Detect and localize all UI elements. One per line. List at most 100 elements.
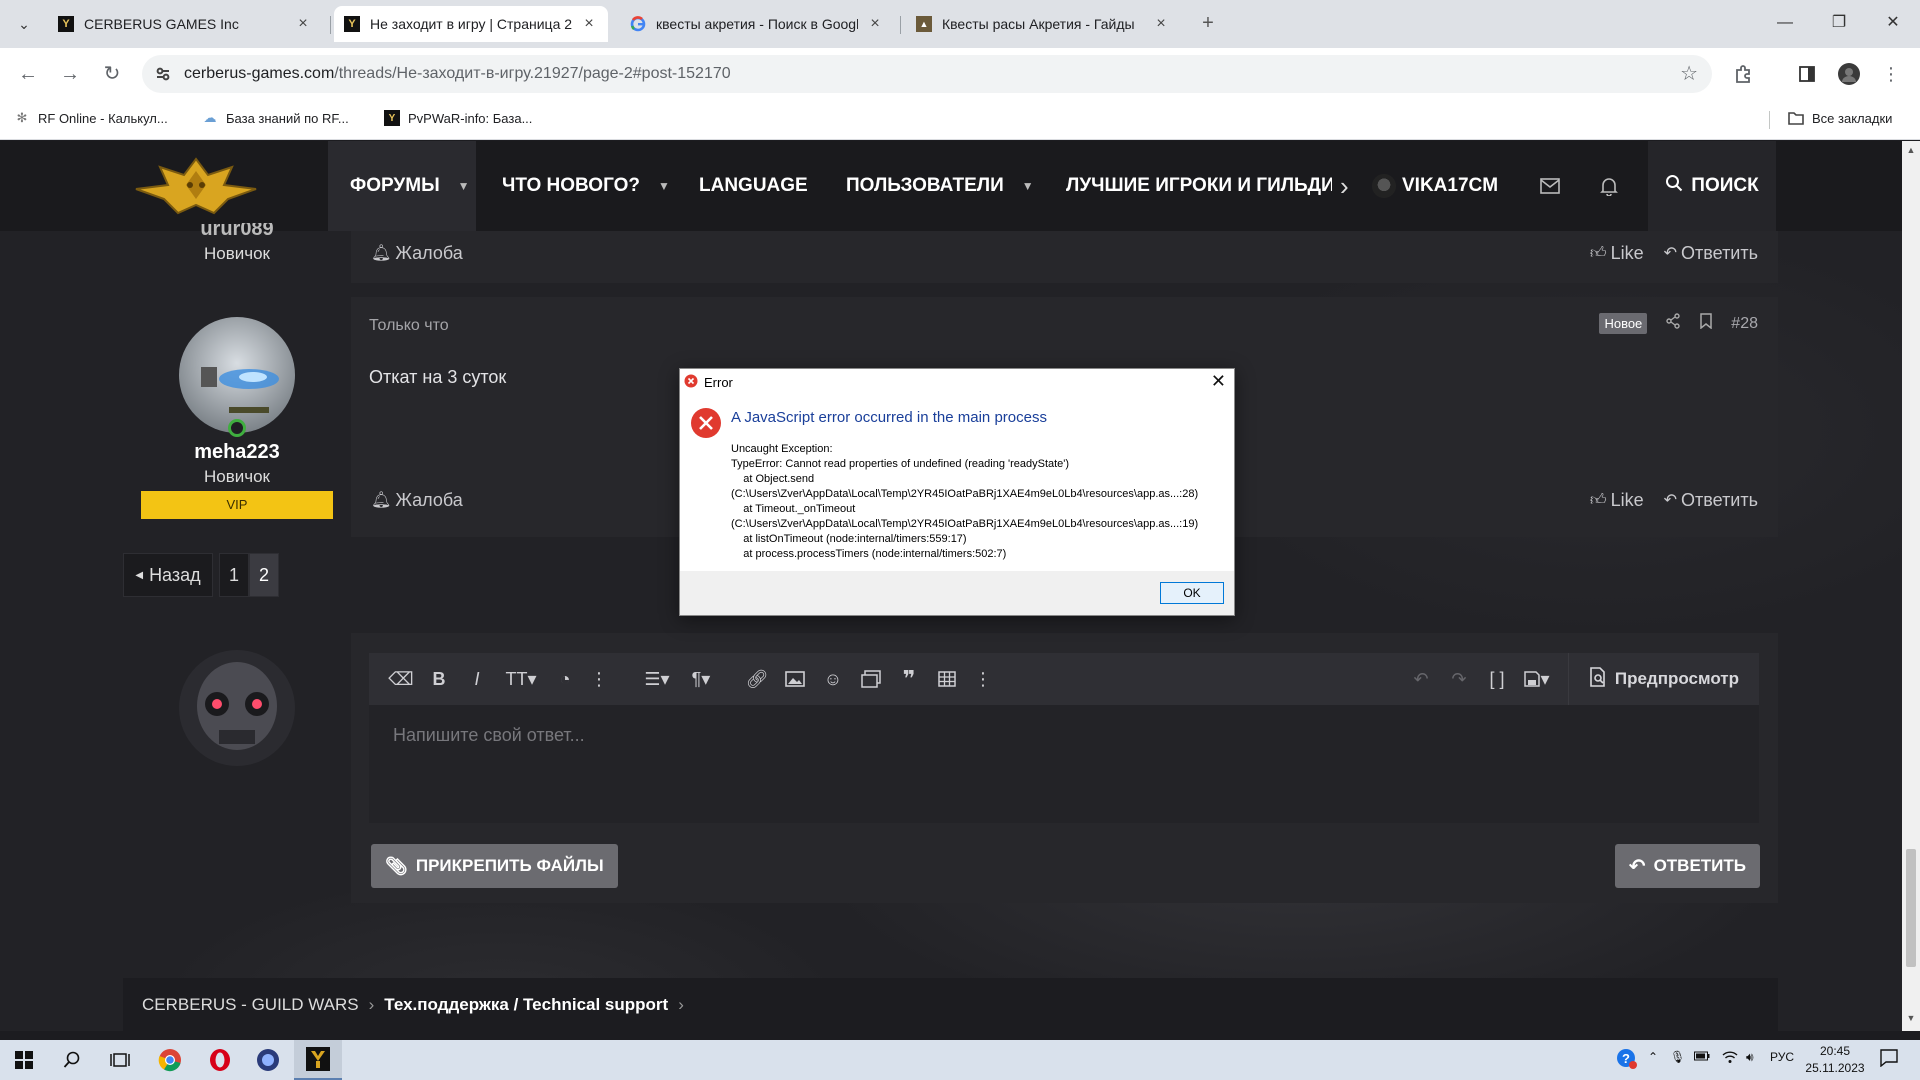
breadcrumb-section-link[interactable]: Тех.поддержка / Technical support — [384, 995, 668, 1015]
tab-thread-page[interactable]: Y Не заходит в игру | Страница 2 × — [334, 6, 608, 42]
reload-icon[interactable]: ↻ — [98, 60, 126, 88]
nav-top-players[interactable]: ЛУЧШИЕ ИГРОКИ И ГИЛЬДИ — [1066, 141, 1332, 231]
like-button[interactable]: 👍︎ Like — [1590, 490, 1644, 511]
game-launcher-icon[interactable] — [294, 1040, 342, 1080]
italic-icon[interactable]: I — [463, 665, 491, 693]
bookmark-icon[interactable] — [1699, 313, 1713, 334]
post-number-link[interactable]: #28 — [1731, 315, 1758, 333]
pagination-prev-button[interactable]: ◀ Назад — [123, 553, 213, 597]
reply-link[interactable]: ↶ Ответить — [1664, 490, 1758, 511]
paragraph-icon[interactable]: ¶▾ — [681, 665, 721, 693]
restore-window-icon[interactable]: ❐ — [1816, 8, 1862, 38]
pagination-page-1[interactable]: 1 — [219, 553, 249, 597]
task-view-icon[interactable] — [96, 1040, 144, 1080]
scrollbar-thumb[interactable] — [1906, 849, 1916, 967]
app-blue-orb-icon[interactable] — [244, 1040, 292, 1080]
chevron-down-icon[interactable]: ▼ — [1022, 179, 1034, 193]
forward-arrow-icon[interactable]: → — [56, 60, 84, 88]
current-user-avatar[interactable] — [179, 650, 295, 766]
color-palette-icon[interactable]: ◔ — [551, 665, 579, 693]
back-arrow-icon[interactable]: ← — [14, 60, 42, 88]
author-avatar-meha223[interactable] — [179, 317, 295, 433]
more-options-icon[interactable]: ⋮ — [585, 665, 613, 693]
microphone-icon[interactable]: 🎙︎ — [1670, 1050, 1685, 1064]
scroll-down-icon[interactable]: ▼ — [1906, 1013, 1916, 1027]
more-insert-options-icon[interactable]: ⋮ — [969, 665, 997, 693]
author-name[interactable]: meha223 — [122, 441, 352, 464]
attach-files-button[interactable]: 📎︎ ПРИКРЕПИТЬ ФАЙЛЫ — [371, 844, 618, 888]
page-scrollbar[interactable]: ▲ ▼ — [1902, 141, 1920, 1031]
prev-post-author[interactable]: urur089 — [122, 223, 352, 239]
browser-menu-icon[interactable]: ⋮ — [1878, 61, 1904, 87]
notification-center-icon[interactable] — [1880, 1049, 1898, 1070]
reply-textarea[interactable]: Напишите свой ответ... — [369, 705, 1759, 823]
profile-avatar-icon[interactable] — [1836, 61, 1862, 87]
share-icon[interactable] — [1665, 313, 1681, 334]
error-dialog-titlebar[interactable]: Error ✕ — [680, 369, 1234, 395]
battery-icon[interactable] — [1694, 1050, 1710, 1065]
volume-icon[interactable]: 🔊︎ — [1746, 1050, 1754, 1065]
nav-whats-new[interactable]: ЧТО НОВОГО? ▼ — [502, 141, 670, 231]
smiley-icon[interactable]: ☺ — [819, 665, 847, 693]
ok-button[interactable]: OK — [1160, 582, 1224, 604]
bookmark-rf-knowledge-base[interactable]: ☁ База знаний по RF... — [202, 110, 349, 126]
notifications-bell-icon[interactable] — [1581, 141, 1637, 231]
preview-button[interactable]: Предпросмотр — [1567, 653, 1759, 705]
pagination-page-2[interactable]: 2 — [249, 553, 279, 597]
site-info-icon[interactable] — [148, 59, 178, 89]
drafts-save-icon[interactable]: ▾ — [1519, 665, 1555, 693]
scroll-up-icon[interactable]: ▲ — [1906, 145, 1916, 159]
tab-close-icon[interactable]: × — [866, 15, 884, 33]
tab-close-icon[interactable]: × — [1152, 15, 1170, 33]
tab-close-icon[interactable]: × — [294, 15, 312, 33]
image-icon[interactable] — [781, 665, 809, 693]
input-language[interactable]: РУС — [1770, 1050, 1794, 1064]
nav-search-button[interactable]: ПОИСК — [1648, 141, 1776, 231]
extensions-puzzle-icon[interactable] — [1730, 61, 1756, 87]
address-bar[interactable]: cerberus-games.com/threads/Не-заходит-в-… — [142, 55, 1712, 93]
tab-akretia-guides[interactable]: ▲ Квесты расы Акретия - Гайды × — [906, 6, 1180, 42]
media-gallery-icon[interactable] — [857, 665, 885, 693]
reply-link[interactable]: ↶ Ответить — [1664, 243, 1758, 264]
cerberus-logo[interactable] — [128, 155, 264, 219]
search-icon[interactable] — [48, 1040, 96, 1080]
link-icon[interactable]: 🔗︎ — [743, 665, 771, 693]
chrome-icon[interactable] — [146, 1040, 194, 1080]
nav-users[interactable]: ПОЛЬЗОВАТЕЛИ ▼ — [846, 141, 1034, 231]
nav-user-account[interactable]: VIKA17CM — [1372, 141, 1498, 231]
minimize-icon[interactable]: — — [1762, 8, 1808, 38]
windows-start-icon[interactable] — [0, 1040, 48, 1080]
submit-reply-button[interactable]: ↶ ОТВЕТИТЬ — [1614, 844, 1760, 888]
chevron-down-icon[interactable]: ▼ — [658, 179, 670, 193]
bookmark-pvpwar-info[interactable]: Y PvPWaR-info: База... — [384, 110, 532, 126]
quote-icon[interactable]: ❞ — [895, 665, 923, 693]
nav-language[interactable]: LANGUAGE — [699, 141, 808, 231]
bold-icon[interactable]: B — [425, 665, 453, 693]
breadcrumb-root-link[interactable]: CERBERUS - GUILD WARS — [142, 995, 359, 1015]
bookmark-rf-calculator[interactable]: ✻ RF Online - Калькул... — [14, 110, 168, 126]
report-link[interactable]: 🔔︎ Жалоба — [371, 490, 463, 511]
nav-forums[interactable]: ФОРУМЫ ▼ — [328, 141, 476, 231]
font-size-icon[interactable]: TT▾ — [501, 665, 541, 693]
nav-scroll-right-icon[interactable]: › — [1340, 141, 1349, 231]
wifi-icon[interactable] — [1722, 1050, 1738, 1067]
toggle-bbcode-icon[interactable]: [ ] — [1483, 665, 1511, 693]
tab-search-chevron-icon[interactable]: ⌄ — [10, 10, 38, 38]
like-button[interactable]: 👍︎ Like — [1590, 243, 1644, 264]
redo-icon[interactable]: ↷ — [1445, 665, 1473, 693]
messages-envelope-icon[interactable] — [1522, 141, 1578, 231]
opera-icon[interactable] — [196, 1040, 244, 1080]
tab-close-icon[interactable]: × — [580, 15, 598, 33]
close-window-icon[interactable]: ✕ — [1870, 8, 1916, 38]
all-bookmarks-button[interactable]: Все закладки — [1788, 110, 1892, 126]
system-clock[interactable]: 20:45 25.11.2023 — [1800, 1043, 1870, 1077]
chevron-down-icon[interactable]: ▼ — [458, 179, 470, 193]
table-icon[interactable] — [933, 665, 961, 693]
report-link[interactable]: 🔔︎ Жалоба — [371, 243, 463, 264]
side-panel-icon[interactable] — [1794, 61, 1820, 87]
eraser-icon[interactable]: ⌫ — [387, 665, 415, 693]
align-icon[interactable]: ☰▾ — [637, 665, 677, 693]
tab-cerberus-games[interactable]: Y CERBERUS GAMES Inc × — [48, 6, 322, 42]
tray-chevron-up-icon[interactable]: ⌃ — [1648, 1050, 1658, 1064]
bookmark-star-icon[interactable]: ☆ — [1680, 61, 1698, 86]
